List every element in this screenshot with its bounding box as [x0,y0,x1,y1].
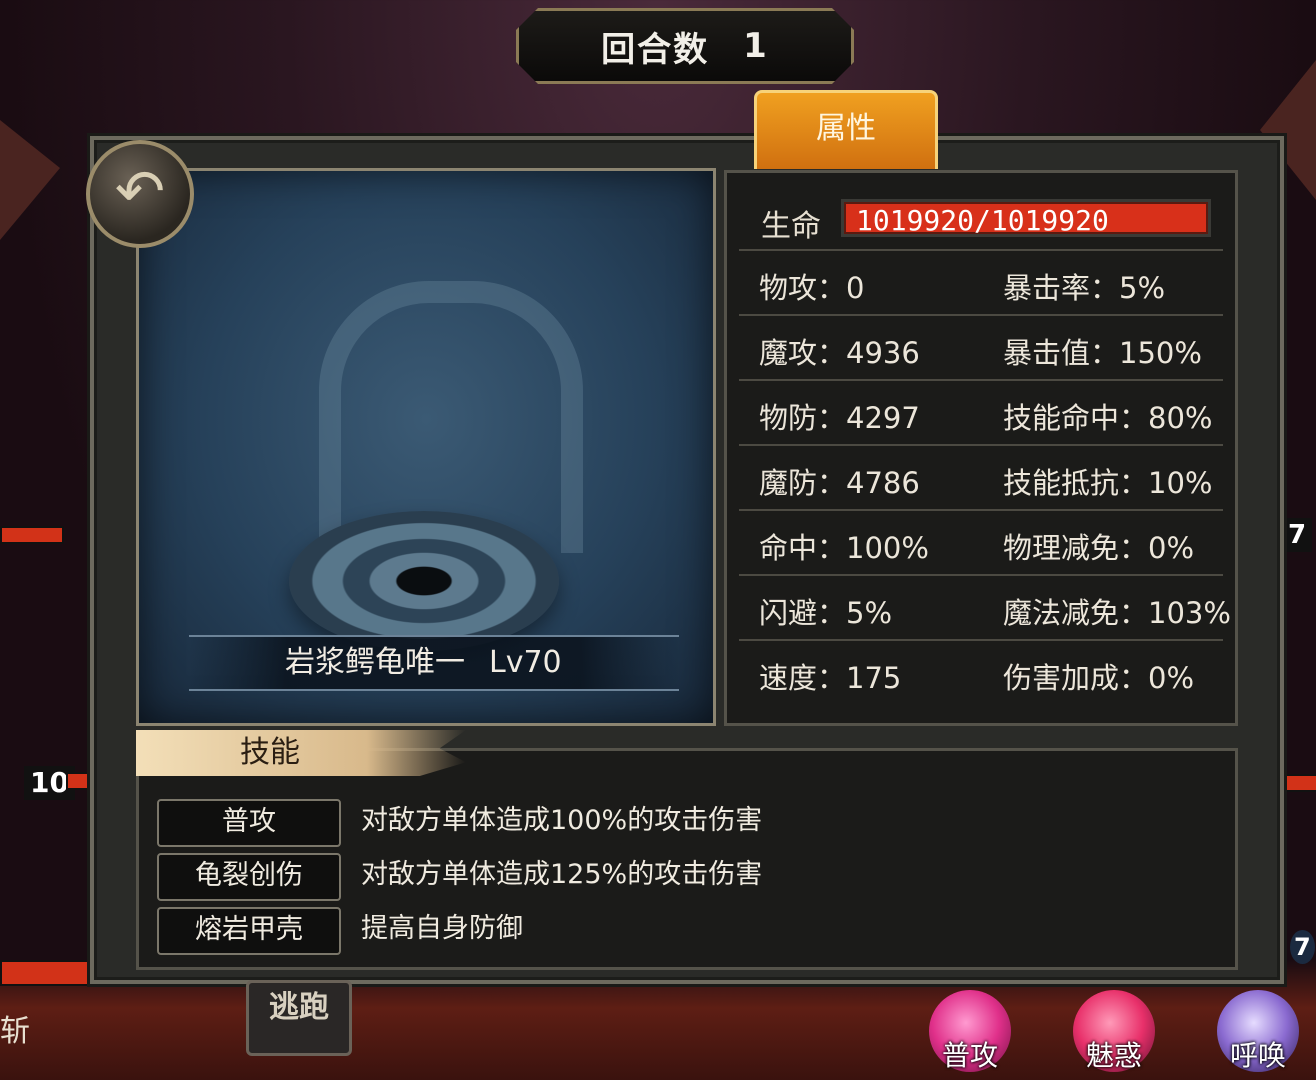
back-button[interactable]: ↶ [86,140,194,248]
stat-magic-attack: 魔攻：4936 [759,336,920,370]
hp-bar: 1019920/1019920 [841,199,1211,237]
round-value: 1 [743,26,769,66]
bg-spike [0,120,60,240]
stone-seal-image [289,511,559,651]
right-bottom-level: 7 [1290,930,1315,964]
left-unit-word: 斩 [0,1014,30,1049]
skills-panel: 普攻 对敌方单体造成100%的攻击伤害 龟裂创伤 对敌方单体造成125%的攻击伤… [136,748,1238,970]
stat-physical-attack: 物攻：0 [759,271,865,305]
action-label: 魅惑 [1085,1039,1142,1072]
skill-description: 对敌方单体造成125%的攻击伤害 [361,859,763,890]
stat-row: 命中：100% 物理减免：0% [739,509,1223,575]
stat-row: 闪避：5% 魔法减免：103% [739,574,1231,640]
action-label: 普攻 [941,1039,998,1072]
tab-attributes[interactable]: 属性 [754,90,938,169]
monster-name: 岩浆鳄龟唯一 [285,645,465,680]
action-label: 呼唤 [1229,1039,1286,1072]
skill-button-crack-wound[interactable]: 龟裂创伤 [157,853,341,901]
stat-magic-defense: 魔防：4786 [759,466,920,500]
stat-row: 魔攻：4936 暴击值：150% [739,314,1223,380]
action-summon[interactable]: 呼唤 [1208,990,1308,1080]
left-bottom-hp-bar [0,960,100,986]
hp-label: 生命 [761,209,821,244]
stat-row: 物攻：0 暴击率：5% [739,249,1223,315]
monster-portrait: 岩浆鳄龟唯一 Lv70 [136,168,716,726]
stat-crit-damage: 暴击值：150% [1003,336,1202,370]
skills-header: 技能 [136,730,466,776]
skill-button-normal-attack[interactable]: 普攻 [157,799,341,847]
stat-physical-reduction: 物理减免：0% [1003,531,1195,565]
stat-hit: 命中：100% [759,531,929,565]
action-normal-attack[interactable]: 普攻 [920,990,1020,1080]
skill-description: 提高自身防御 [361,913,523,944]
stat-physical-defense: 物防：4297 [759,401,920,435]
stat-row: 速度：175 伤害加成：0% [739,639,1223,705]
stat-row: 魔防：4786 技能抵抗：10% [739,444,1223,510]
skill-row: 熔岩甲壳 提高自身防御 [157,907,1217,955]
round-label: 回合数 [601,29,710,70]
skill-row: 龟裂创伤 对敌方单体造成125%的攻击伤害 [157,853,1217,901]
stat-skill-hit: 技能命中：80% [1003,401,1213,435]
stat-magic-reduction: 魔法减免：103% [1003,596,1231,630]
action-charm[interactable]: 魅惑 [1064,990,1164,1080]
right-unit-level: 7 [1282,518,1313,552]
skill-description: 对敌方单体造成100%的攻击伤害 [361,805,763,836]
left-unit-hp-bar [0,526,64,544]
flee-button[interactable]: 逃跑 [246,980,352,1056]
monster-name-bar: 岩浆鳄龟唯一 Lv70 [189,635,679,691]
right-unit-hp-bar [1280,774,1316,792]
monster-level: Lv70 [489,645,562,680]
stats-panel: 生命 1019920/1019920 物攻：0 暴击率：5% 魔攻：4936 暴… [724,170,1238,726]
stat-skill-resist: 技能抵抗：10% [1003,466,1213,500]
back-arrow-icon: ↶ [114,157,166,227]
skill-button-lava-shell[interactable]: 熔岩甲壳 [157,907,341,955]
skill-row: 普攻 对敌方单体造成100%的攻击伤害 [157,799,1217,847]
hp-row: 生命 1019920/1019920 [739,193,1223,253]
stat-row: 物防：4297 技能命中：80% [739,379,1223,445]
stat-speed: 速度：175 [759,661,902,695]
stat-damage-bonus: 伤害加成：0% [1003,661,1195,695]
stat-dodge: 闪避：5% [759,596,893,630]
stat-crit-rate: 暴击率：5% [1003,271,1166,305]
round-counter: 回合数 1 [516,8,854,84]
